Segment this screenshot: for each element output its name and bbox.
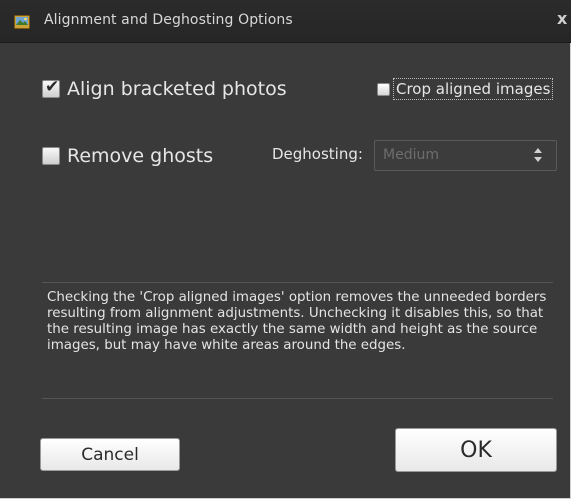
crop-checkbox-box[interactable] [377,82,390,96]
up-down-arrows-icon [533,146,543,164]
deghosting-select[interactable]: Medium [374,140,557,171]
ghosts-label: Remove ghosts [67,145,214,167]
align-label: Align bracketed photos [67,78,287,100]
cancel-button[interactable]: Cancel [40,438,180,471]
crop-aligned-images-checkbox[interactable]: Crop aligned images [377,78,554,100]
alignment-deghosting-dialog: Alignment and Deghosting Options x ✔ Ali… [0,0,571,499]
deghosting-value: Medium [383,147,439,163]
deghosting-label: Deghosting: [272,145,363,163]
info-description: Checking the 'Crop aligned images' optio… [47,290,547,353]
window-title: Alignment and Deghosting Options [44,12,293,28]
ok-button[interactable]: OK [395,428,557,472]
divider-bottom [42,398,553,399]
divider-top [42,282,553,283]
close-icon[interactable]: x [557,9,571,28]
remove-ghosts-checkbox[interactable]: Remove ghosts [42,145,213,167]
crop-label: Crop aligned images [392,78,554,100]
align-checkbox-box[interactable]: ✔ [42,77,60,98]
photo-app-icon [14,14,30,29]
align-bracketed-photos-checkbox[interactable]: ✔ Align bracketed photos [42,78,287,100]
ghosts-checkbox-box[interactable] [42,147,60,165]
checkmark-icon: ✔ [45,77,60,97]
title-bar: Alignment and Deghosting Options x [0,0,571,43]
